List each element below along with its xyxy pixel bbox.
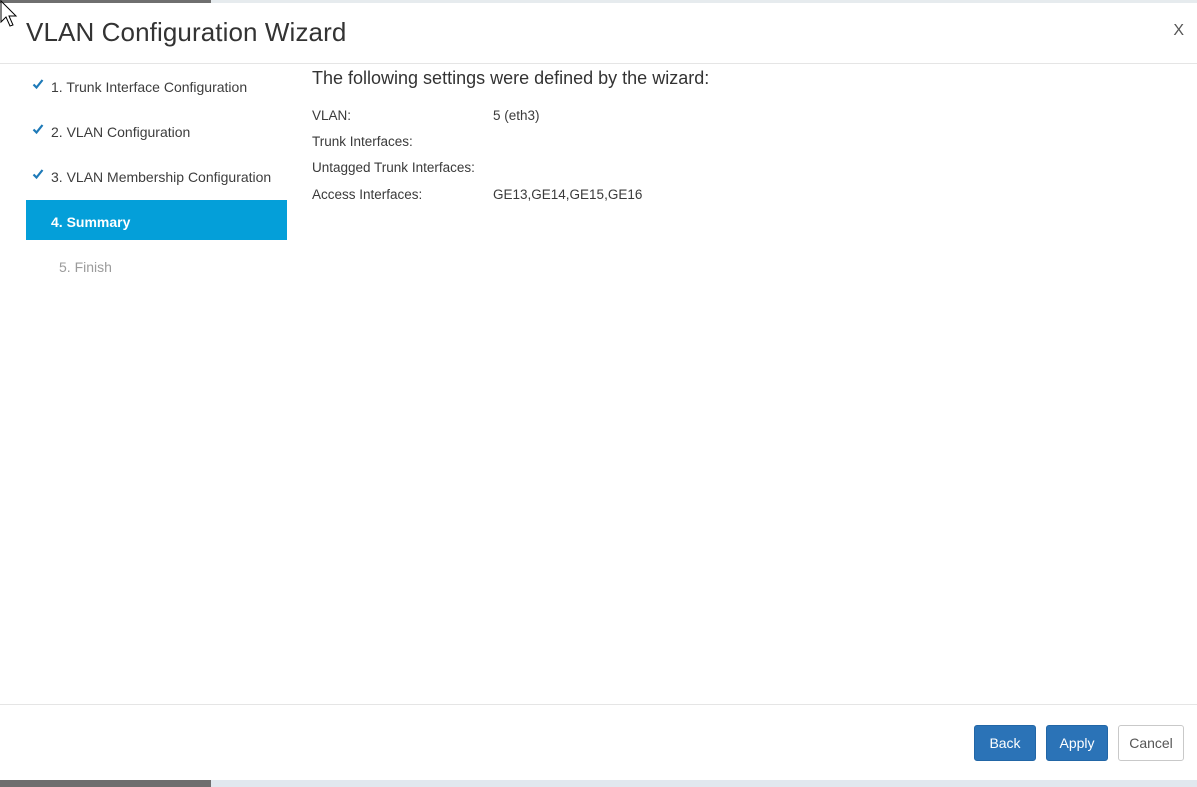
- summary-key: Trunk Interfaces:: [312, 134, 413, 149]
- summary-key: VLAN:: [312, 108, 352, 123]
- step-label: 5. Finish: [59, 259, 112, 275]
- back-button[interactable]: Back: [974, 725, 1036, 761]
- step-trunk-interface-configuration[interactable]: 1. Trunk Interface Configuration: [26, 65, 287, 105]
- bottom-scrollbar[interactable]: [0, 780, 1197, 787]
- wizard-header: VLAN Configuration Wizard X: [0, 3, 1197, 64]
- apply-button[interactable]: Apply: [1046, 725, 1108, 761]
- checkmark-icon: [32, 79, 44, 90]
- step-label: 4. Summary: [51, 214, 131, 230]
- summary-heading: The following settings were defined by t…: [312, 68, 710, 88]
- bottom-scrollbar-thumb[interactable]: [0, 780, 211, 787]
- close-button[interactable]: X: [1173, 22, 1184, 40]
- wizard-title: VLAN Configuration Wizard: [26, 17, 347, 47]
- checkmark-icon: [32, 169, 44, 180]
- step-label: 1. Trunk Interface Configuration: [51, 79, 248, 95]
- step-finish: 5. Finish: [26, 245, 287, 285]
- wizard-footer: Back Apply Cancel: [0, 704, 1197, 781]
- summary-key: Access Interfaces:: [312, 187, 423, 202]
- step-label: 3. VLAN Membership Configuration: [51, 169, 272, 185]
- step-vlan-membership-configuration[interactable]: 3. VLAN Membership Configuration: [26, 155, 287, 195]
- cancel-button[interactable]: Cancel: [1118, 725, 1184, 761]
- summary-key: Untagged Trunk Interfaces:: [312, 160, 475, 175]
- step-summary[interactable]: 4. Summary: [26, 200, 287, 240]
- step-label: 2. VLAN Configuration: [51, 124, 191, 140]
- summary-value: 5 (eth3): [493, 108, 540, 123]
- step-vlan-configuration[interactable]: 2. VLAN Configuration: [26, 110, 287, 150]
- wizard-steps: 1. Trunk Interface Configuration 2. VLAN…: [26, 65, 287, 290]
- summary-value: GE13,GE14,GE15,GE16: [493, 187, 643, 202]
- checkmark-icon: [32, 124, 44, 135]
